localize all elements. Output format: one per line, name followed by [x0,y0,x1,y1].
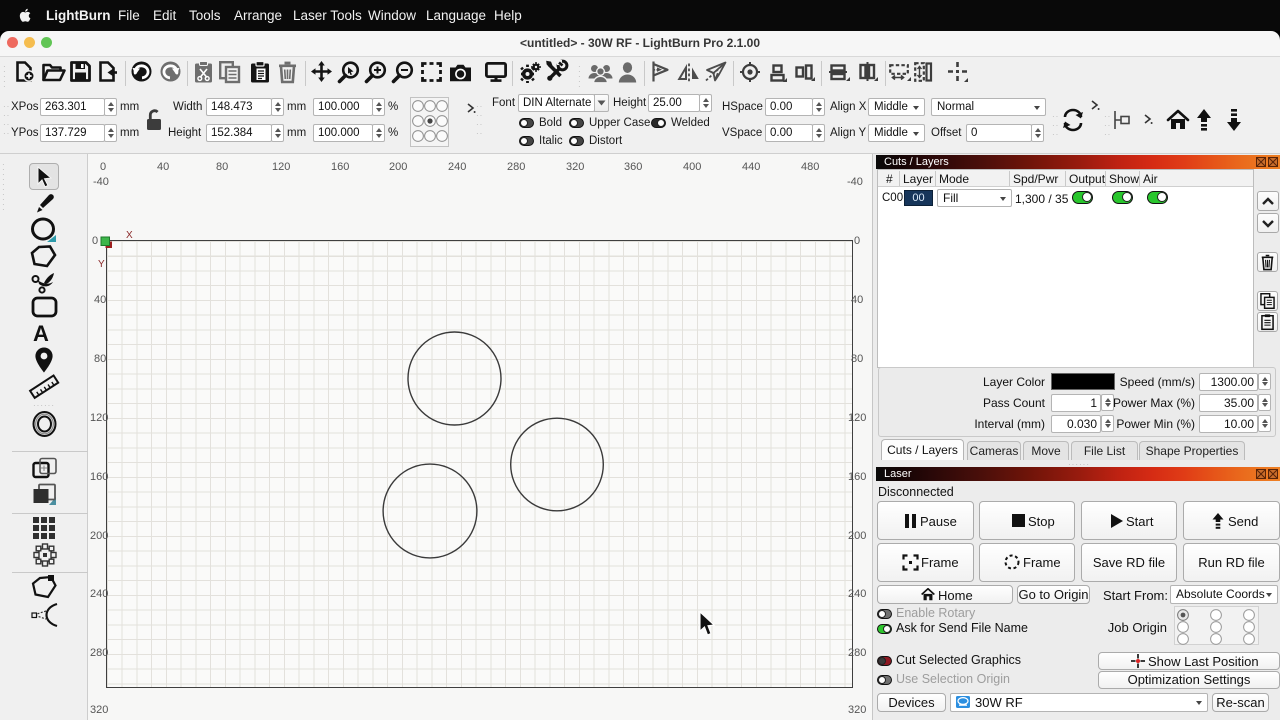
svg-text:Y: Y [98,259,105,270]
svg-text:X: X [126,230,133,241]
